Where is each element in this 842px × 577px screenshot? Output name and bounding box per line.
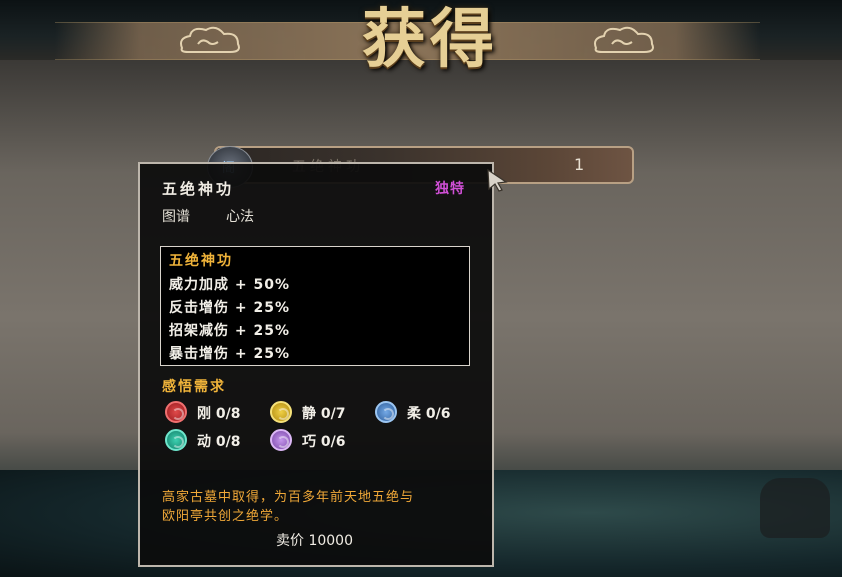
requirements-title: 感悟需求 <box>162 379 226 395</box>
purple-orb-icon <box>270 429 292 451</box>
effect-line: 招架减伤 + 25% <box>169 323 290 339</box>
page-title: 获得 <box>362 2 498 77</box>
requirement-label: 静 0/7 <box>302 406 346 422</box>
cloud-ornament-left-icon <box>180 26 240 53</box>
teal-orb-icon <box>165 429 187 451</box>
tooltip-item-category: 心法 <box>226 209 254 225</box>
effect-line: 暴击增伤 + 25% <box>169 346 290 362</box>
requirement-label: 刚 0/8 <box>197 406 241 422</box>
requirement-label: 巧 0/6 <box>302 434 346 450</box>
mouse-cursor-icon <box>487 168 508 192</box>
requirement-label: 动 0/8 <box>197 434 241 450</box>
item-description-line: 高家古墓中取得，为百多年前天地五绝与 <box>162 490 415 505</box>
red-orb-icon <box>165 401 187 423</box>
effects-title: 五绝神功 <box>169 253 233 269</box>
character-silhouette <box>760 478 830 538</box>
requirement-label: 柔 0/6 <box>407 406 451 422</box>
tooltip-item-type: 图谱 <box>162 209 190 225</box>
blue-orb-icon <box>375 401 397 423</box>
yellow-orb-icon <box>270 401 292 423</box>
item-price: 卖价 10000 <box>276 533 353 549</box>
reward-item-quantity: 1 <box>574 155 585 174</box>
effect-line: 威力加成 + 50% <box>169 277 290 293</box>
effect-line: 反击增伤 + 25% <box>169 300 290 316</box>
tooltip-rarity: 独特 <box>435 181 465 197</box>
cloud-ornament-right-icon <box>594 26 654 53</box>
item-description-line: 欧阳亭共创之绝学。 <box>162 509 289 524</box>
tooltip-item-name: 五绝神功 <box>162 180 235 198</box>
